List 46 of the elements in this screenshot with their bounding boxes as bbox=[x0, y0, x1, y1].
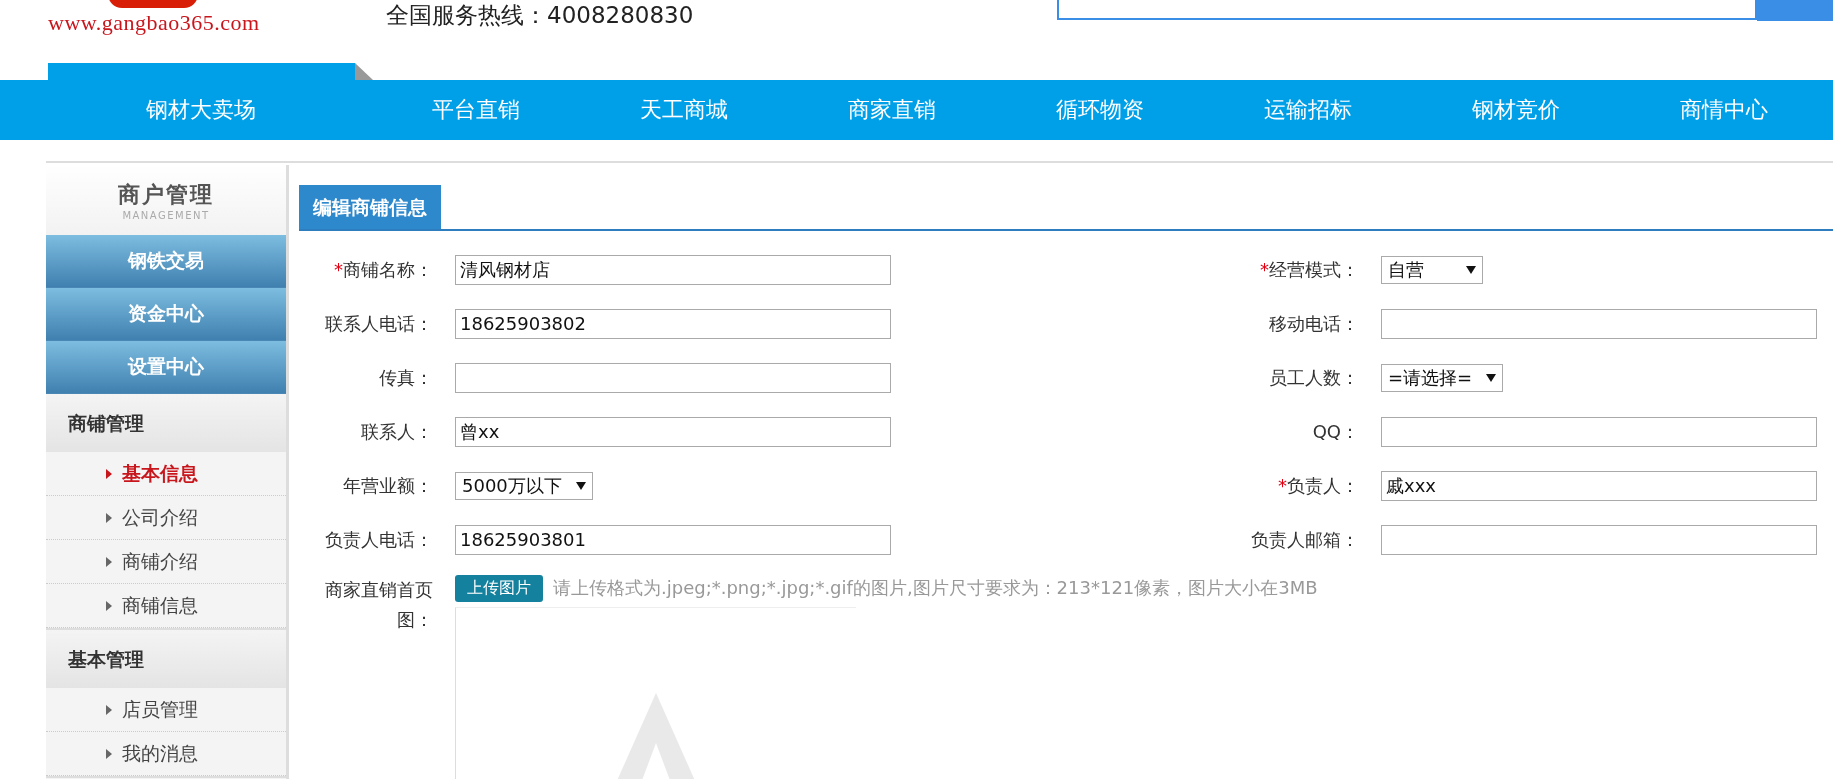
sidebar-item[interactable]: 店员管理 bbox=[46, 688, 286, 732]
dropdown[interactable]: 5000万以下 bbox=[455, 472, 593, 500]
input-field[interactable]: 清风钢材店 bbox=[455, 255, 891, 285]
field-label: 传真： bbox=[378, 366, 433, 390]
input-field[interactable]: 18625903801 bbox=[455, 525, 891, 555]
sidebar-subtitle: MANAGEMENT bbox=[122, 209, 210, 221]
input-field[interactable] bbox=[1381, 309, 1817, 339]
sidebar-item[interactable]: 公司介绍 bbox=[46, 496, 286, 540]
dropdown-arrow-icon bbox=[575, 482, 586, 490]
triangle-icon bbox=[106, 512, 112, 523]
input-field[interactable]: 戚xxx bbox=[1381, 471, 1817, 501]
field-label: *商铺名称： bbox=[333, 258, 433, 282]
site-url: www.gangbao365.com bbox=[48, 10, 260, 36]
triangle-icon bbox=[106, 704, 112, 715]
upload-button[interactable]: 上传图片 bbox=[455, 574, 543, 602]
sidebar-item[interactable]: 基本信息 bbox=[46, 452, 286, 496]
input-field[interactable] bbox=[455, 363, 891, 393]
field-label: 年营业额： bbox=[342, 474, 433, 498]
dropdown[interactable]: =请选择= bbox=[1381, 364, 1504, 392]
upload-hint: 请上传格式为.jpeg;*.png;*.jpg;*.gif的图片,图片尺寸要求为：213*121像素，图片大小在3MB bbox=[553, 576, 1318, 600]
field-label: 移动电话： bbox=[1268, 312, 1359, 336]
sidebar-title: 商户管理 bbox=[118, 180, 214, 209]
triangle-icon bbox=[106, 748, 112, 759]
field-label: 商家直销首页图： bbox=[324, 578, 433, 632]
input-field[interactable] bbox=[1381, 417, 1817, 447]
sidebar-item[interactable]: 商铺信息 bbox=[46, 584, 286, 628]
field-label: QQ： bbox=[1311, 420, 1359, 444]
dropdown-arrow-icon bbox=[1486, 374, 1497, 382]
field-label: 联系人电话： bbox=[324, 312, 433, 336]
sidebar-item[interactable]: 商铺介绍 bbox=[46, 540, 286, 584]
field-label: 联系人： bbox=[360, 420, 433, 444]
input-field[interactable] bbox=[1381, 525, 1817, 555]
dropdown[interactable]: 自营 bbox=[1381, 256, 1483, 284]
field-label: *经营模式： bbox=[1259, 258, 1359, 282]
triangle-icon bbox=[106, 468, 112, 479]
field-label: *负责人： bbox=[1277, 474, 1359, 498]
field-label: 负责人电话： bbox=[324, 528, 433, 552]
triangle-icon bbox=[106, 600, 112, 611]
field-label: 员工人数： bbox=[1268, 366, 1359, 390]
hotline-text: 全国服务热线：4008280830 bbox=[386, 1, 694, 30]
field-label: 负责人邮箱： bbox=[1250, 528, 1359, 552]
input-field[interactable]: 曾xx bbox=[455, 417, 891, 447]
triangle-icon bbox=[106, 556, 112, 567]
sidebar-item[interactable]: 我的消息 bbox=[46, 732, 286, 776]
input-field[interactable]: 18625903802 bbox=[455, 309, 891, 339]
dropdown-arrow-icon bbox=[1466, 266, 1476, 274]
